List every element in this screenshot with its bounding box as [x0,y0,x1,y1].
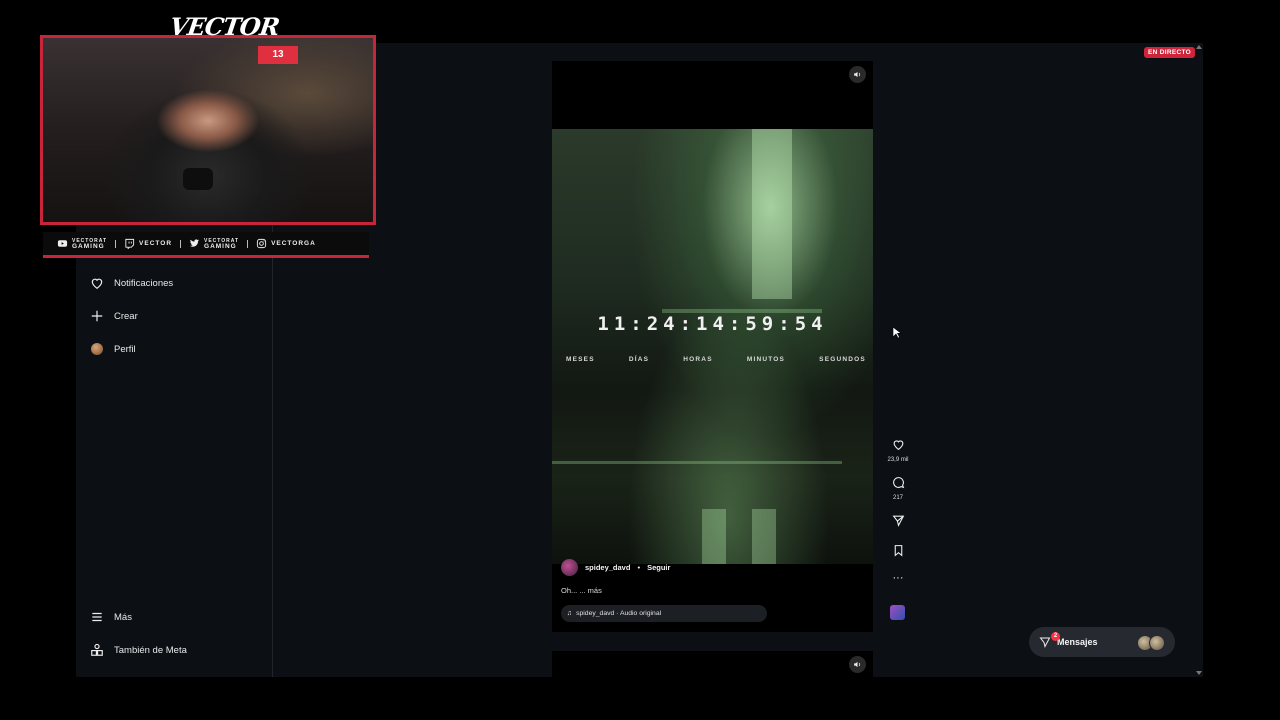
live-badge: EN DIRECTO [1144,47,1195,58]
more-options-button[interactable]: ··· [886,572,910,584]
sidebar-item-more[interactable]: Más [90,610,132,624]
sound-button[interactable] [849,66,866,83]
twitter-link: VECTORAT GAMING [189,238,239,250]
plus-icon [91,310,103,322]
countdown-labels: MESES DÍAS HORAS MINUTOS SEGUNDOS [566,356,866,363]
reel-video[interactable]: 11:24:14:59:54 MESES DÍAS HORAS MINUTOS … [552,61,873,632]
divider [180,239,182,248]
divider [247,239,249,248]
light-beam [752,129,792,299]
next-reel[interactable] [552,651,873,677]
save-button[interactable] [886,544,910,562]
avatar [91,343,103,355]
reel-author: spidey_davd • Seguir [561,559,670,576]
avatar [1149,635,1165,651]
countdown-label: HORAS [683,356,713,363]
social-line: GAMING [72,242,105,250]
heart-icon [893,440,903,451]
twitch-link: VECTOR [124,238,172,249]
like-button[interactable]: 23,9 mil [886,438,910,463]
sidebar-item-meta[interactable]: También de Meta [90,643,187,657]
social-label: VECTORGA [271,240,316,247]
youtube-icon [57,240,68,247]
light-window [702,509,726,564]
sidebar-item-notifications[interactable]: Notificaciones [90,276,173,290]
menu-icon [92,612,102,622]
countdown-label: MESES [566,356,595,363]
follow-button[interactable]: Seguir [647,563,670,572]
streamer-logo: VECTOR [167,12,281,41]
mouse-cursor-icon [892,326,901,339]
twitch-icon [125,238,135,249]
dot-separator: • [637,563,641,572]
speaker-icon [854,71,861,78]
audio-pill[interactable]: ♫ spidey_davd · Audio original [561,605,767,622]
countdown-timer: 11:24:14:59:54 [597,313,828,335]
neon-sign: 13 [258,46,298,64]
author-avatar[interactable] [561,559,578,576]
comment-button[interactable]: 217 [886,476,910,501]
social-bar: VECTORAT GAMING VECTOR VECTORAT GAMING VEC… [43,232,369,258]
sidebar-item-label: También de Meta [114,644,187,656]
metal-beam [552,461,842,464]
send-icon [1039,637,1051,648]
author-name[interactable]: spidey_davd [585,563,630,572]
microphone [183,168,213,190]
meta-apps-icon [91,643,103,656]
countdown-label: MINUTOS [746,356,786,363]
sidebar-item-label: Más [114,611,132,623]
twitter-icon [189,239,200,247]
messages-button[interactable]: 2 Mensajes [1029,627,1175,657]
bookmark-icon [894,545,902,557]
comment-icon [892,477,904,489]
sidebar-item-label: Perfil [114,343,136,355]
messages-label: Mensajes [1057,637,1098,647]
youtube-link: VECTORAT GAMING [57,238,107,250]
webcam-feed: 13 [40,35,376,225]
countdown-label: DÍAS [628,356,650,363]
scroll-up-arrow[interactable] [1196,45,1202,49]
comment-count: 217 [892,495,903,501]
instagram-link: VECTORGA [256,238,316,249]
more-dots-icon: ··· [892,572,904,584]
like-count: 23,9 mil [887,457,909,463]
reel-image [552,129,873,564]
light-window [752,509,776,564]
message-avatars [1137,635,1165,651]
social-label: VECTOR [139,240,173,247]
audio-thumbnail[interactable] [890,605,905,620]
instagram-icon [256,238,267,249]
heart-icon [91,278,103,289]
social-line: GAMING [204,242,237,250]
messages-badge: 2 [1051,632,1060,641]
reel-caption[interactable]: Oh... ... más [561,586,602,595]
share-button[interactable] [886,514,910,532]
speaker-icon [854,661,861,668]
send-icon [892,515,904,527]
divider [115,239,117,248]
audio-label: spidey_davd · Audio original [576,610,662,617]
music-note-icon: ♫ [567,610,573,617]
scroll-down-arrow[interactable] [1196,671,1202,675]
sidebar-item-create[interactable]: Crear [90,309,138,323]
sidebar-item-label: Notificaciones [114,277,174,289]
sidebar-item-profile[interactable]: Perfil [90,342,136,356]
countdown-label: SEGUNDOS [819,356,866,363]
sound-button[interactable] [849,656,866,673]
sidebar-item-label: Crear [114,310,138,322]
